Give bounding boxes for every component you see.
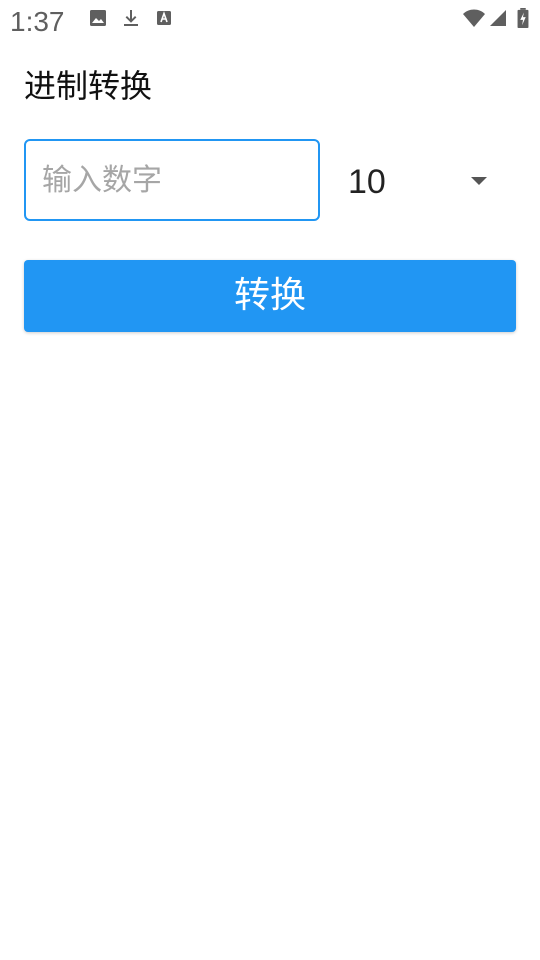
status-time: 1:37 [10, 6, 65, 37]
caret-down-icon [470, 176, 488, 186]
battery-icon [516, 8, 530, 28]
base-select[interactable]: 10 [346, 144, 502, 220]
wifi-icon [462, 8, 486, 28]
number-input[interactable] [24, 139, 320, 221]
status-bar: 1:37 [0, 0, 540, 40]
download-icon [121, 8, 141, 28]
image-icon [88, 8, 108, 28]
convert-button[interactable]: 转换 [24, 260, 516, 332]
a-notification-icon [154, 8, 174, 28]
page-title: 进制转换 [24, 67, 153, 105]
signal-icon [488, 8, 508, 28]
app-screen: 1:37 进制转换 10 转换 [0, 0, 540, 960]
base-select-value: 10 [348, 163, 386, 201]
